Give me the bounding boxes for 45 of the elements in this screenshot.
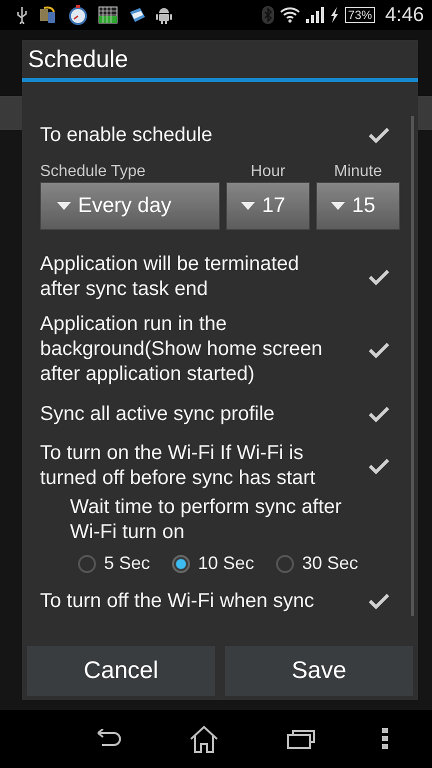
sync-app-icon — [38, 5, 58, 25]
bluetooth-icon — [262, 6, 274, 24]
option-label: To turn on the Wi-Fi If Wi-Fi is turned off before sync has start — [40, 441, 316, 491]
charging-icon — [330, 7, 340, 23]
clock-time: 4:46 — [385, 4, 424, 26]
battery-indicator: 73% — [345, 7, 376, 23]
dropdown[interactable]: 17 — [226, 182, 310, 230]
usb-icon — [16, 6, 28, 24]
checkbox[interactable] — [368, 457, 390, 475]
grid-icon — [98, 6, 118, 24]
option-label: To enable schedule — [40, 122, 212, 148]
picker-label: Hour — [250, 162, 286, 182]
save-button[interactable]: Save — [225, 646, 413, 696]
caret-icon — [57, 202, 71, 210]
cancel-button[interactable]: Cancel — [27, 646, 215, 696]
radio-label: 5 Sec — [104, 553, 150, 574]
recent-apps-icon[interactable] — [286, 729, 315, 749]
picker-label: Schedule Type — [40, 162, 147, 182]
radio-button[interactable] — [276, 554, 294, 572]
option-label: To turn off the Wi-Fi when sync — [40, 588, 314, 614]
caret-icon — [331, 202, 345, 210]
dialog-title: Schedule — [27, 45, 130, 75]
option-label: Application run in the background(Show home screen after application started) — [40, 312, 324, 387]
caret-icon — [241, 202, 255, 210]
picker-label: Minute — [332, 162, 384, 182]
dropdown[interactable]: Every day — [40, 182, 220, 230]
option-label: Application will be terminated after sync task end — [40, 252, 300, 302]
android-icon — [156, 5, 172, 25]
radio-label: 30 Sec — [302, 553, 358, 574]
checkbox[interactable] — [368, 405, 390, 423]
checkbox[interactable] — [368, 340, 390, 358]
home-icon[interactable] — [189, 725, 220, 753]
radio-label: 10 Sec — [198, 553, 254, 574]
menu-icon[interactable] — [382, 728, 388, 750]
dropdown[interactable]: 15 — [316, 182, 400, 230]
checkbox[interactable] — [368, 126, 390, 144]
checkbox[interactable] — [368, 592, 390, 610]
checkbox[interactable] — [368, 268, 390, 286]
wait-time-label: Wait time to perform sync after Wi-Fi turn on — [70, 495, 343, 545]
stopwatch-icon — [68, 5, 88, 25]
option-label: Sync all active sync profile — [40, 402, 275, 426]
wifi-icon — [280, 7, 300, 23]
radio-button[interactable] — [172, 554, 190, 572]
signal-icon — [306, 7, 324, 23]
radio-button[interactable] — [78, 554, 96, 572]
